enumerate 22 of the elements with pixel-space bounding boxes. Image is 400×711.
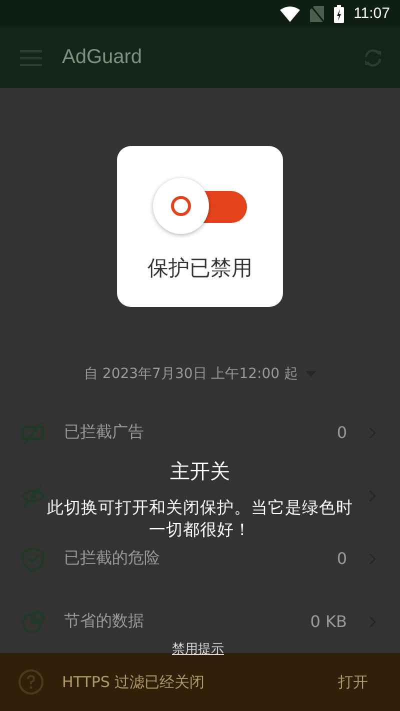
stat-value: 0 xyxy=(336,423,347,442)
protection-status: 保护已禁用 xyxy=(148,255,252,282)
stat-value: 0 xyxy=(336,549,347,568)
https-warning-text: HTTPS 过滤已经关闭 xyxy=(62,672,206,692)
hint-text: 此切换可打开和关闭保护。当它是绿色时一切都很好！ xyxy=(46,497,354,541)
clock-time: 11:07 xyxy=(354,5,390,22)
stat-label: 节省的数据 xyxy=(64,611,145,632)
protection-toggle[interactable] xyxy=(153,178,247,234)
no-sim-icon xyxy=(310,4,324,22)
refresh-icon xyxy=(362,46,384,68)
enable-https-button[interactable]: 打开 xyxy=(334,668,372,696)
refresh-button[interactable] xyxy=(362,46,384,68)
battery-charging-icon xyxy=(334,4,344,22)
disable-hints-link[interactable]: 禁用提示 xyxy=(172,640,224,658)
stat-label: 已拦截的危险 xyxy=(64,548,161,569)
hint-title: 主开关 xyxy=(170,458,230,485)
stat-value: 0 KB xyxy=(310,612,347,631)
app-title: AdGuard xyxy=(62,46,142,69)
wifi-icon xyxy=(280,6,300,22)
stat-label: 已拦截广告 xyxy=(64,422,145,443)
date-range-dropdown[interactable]: 自 2023年7月30日 上午12:00 起 xyxy=(84,364,316,383)
question-circle-icon xyxy=(18,669,44,695)
